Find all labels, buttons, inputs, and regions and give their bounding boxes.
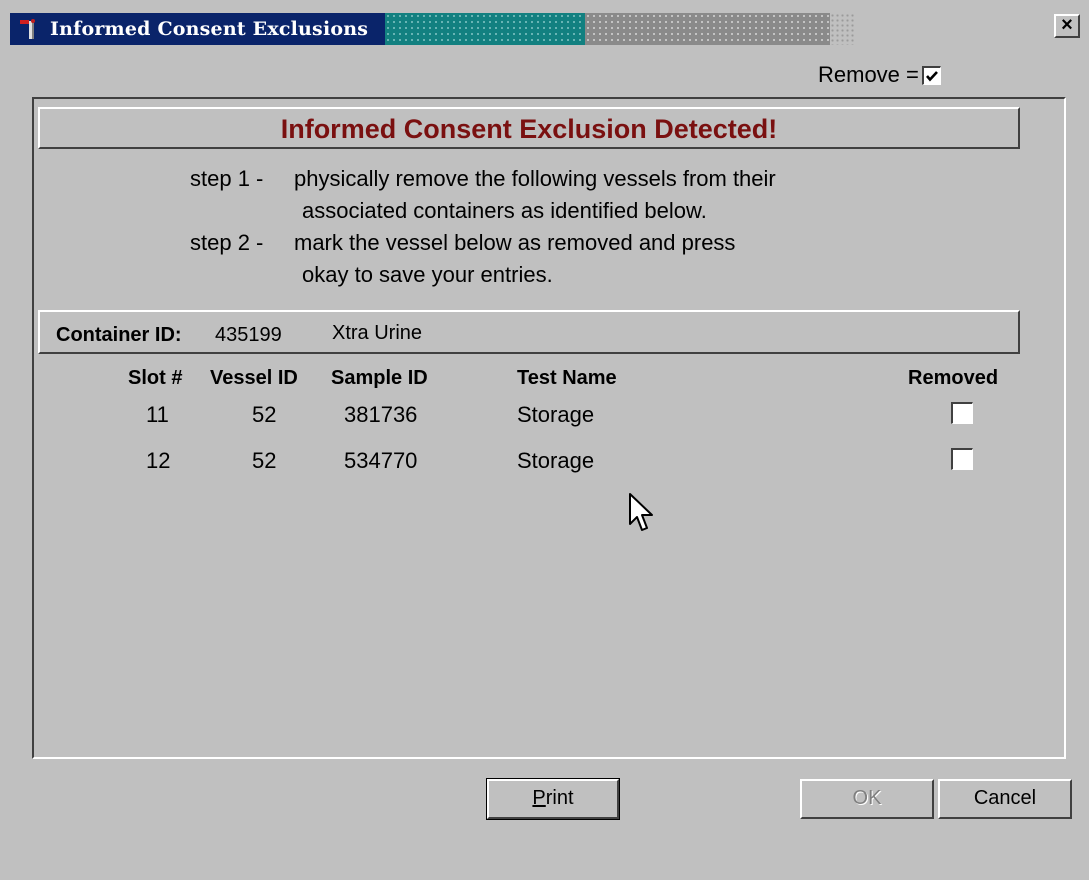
remove-legend: Remove = <box>818 62 941 88</box>
row-vessel-id: 52 <box>252 402 277 427</box>
step-1-line-1: step 1 - physically remove the following… <box>190 163 776 195</box>
title-bar-pattern-fade <box>830 13 855 45</box>
close-button[interactable]: × <box>1054 14 1080 38</box>
step-2-text: mark the vessel below as removed and pre… <box>294 230 736 255</box>
removed-checkbox[interactable] <box>951 402 973 424</box>
row-slot: 11 <box>146 402 169 427</box>
app-icon <box>18 17 44 41</box>
step-2-line-1: step 2 - mark the vessel below as remove… <box>190 227 776 259</box>
row-vessel-id: 52 <box>252 448 277 473</box>
column-header-removed: Removed <box>908 367 999 389</box>
column-header-test-name: Test Name <box>517 367 617 389</box>
column-header-sample-id: Sample ID <box>331 367 428 389</box>
mouse-pointer-icon <box>628 492 656 541</box>
dialog-window: Informed Consent Exclusions × Remove = I… <box>0 0 1089 880</box>
container-type: Xtra Urine <box>332 322 423 344</box>
checkmark-icon <box>925 70 938 81</box>
window-title: Informed Consent Exclusions <box>50 18 369 40</box>
row-test-name: Storage <box>517 448 595 473</box>
step-1-line-2: associated containers as identified belo… <box>190 195 776 227</box>
step-1-text-cont: associated containers as identified belo… <box>302 198 707 223</box>
step-1-label: step 1 - <box>190 166 264 191</box>
remove-legend-checkbox <box>921 65 941 85</box>
row-test-name: Storage <box>517 402 595 427</box>
cancel-button[interactable]: Cancel <box>938 779 1072 819</box>
print-mnemonic: P <box>532 787 546 809</box>
remove-legend-label: Remove = <box>818 62 919 87</box>
ok-button[interactable]: OK <box>800 779 934 819</box>
step-1-text: physically remove the following vessels … <box>294 166 776 191</box>
title-bar[interactable]: Informed Consent Exclusions <box>10 10 1083 48</box>
container-id-label: Container ID: <box>56 324 182 346</box>
row-slot: 12 <box>146 448 171 473</box>
step-2-label: step 2 - <box>190 230 264 255</box>
row-sample-id: 534770 <box>344 448 418 473</box>
step-2-text-cont: okay to save your entries. <box>302 262 553 287</box>
row-sample-id: 381736 <box>344 402 418 427</box>
exclusion-panel: Informed Consent Exclusion Detected! ste… <box>32 97 1066 759</box>
instructions: step 1 - physically remove the following… <box>190 163 776 291</box>
column-header-vessel-id: Vessel ID <box>210 367 298 389</box>
title-bar-pattern-gray <box>585 13 830 45</box>
step-2-line-2: okay to save your entries. <box>190 259 776 291</box>
column-header-slot: Slot # <box>128 367 183 389</box>
print-label: rint <box>545 787 574 809</box>
removed-checkbox[interactable] <box>951 448 973 470</box>
container-info: Container ID: 435199 Xtra Urine <box>38 310 1020 354</box>
title-bar-pattern-teal <box>385 13 585 45</box>
container-id-value: 435199 <box>215 324 282 346</box>
header-banner: Informed Consent Exclusion Detected! <box>38 107 1020 149</box>
page-title: Informed Consent Exclusion Detected! <box>280 114 778 144</box>
print-button[interactable]: Print <box>486 778 620 820</box>
